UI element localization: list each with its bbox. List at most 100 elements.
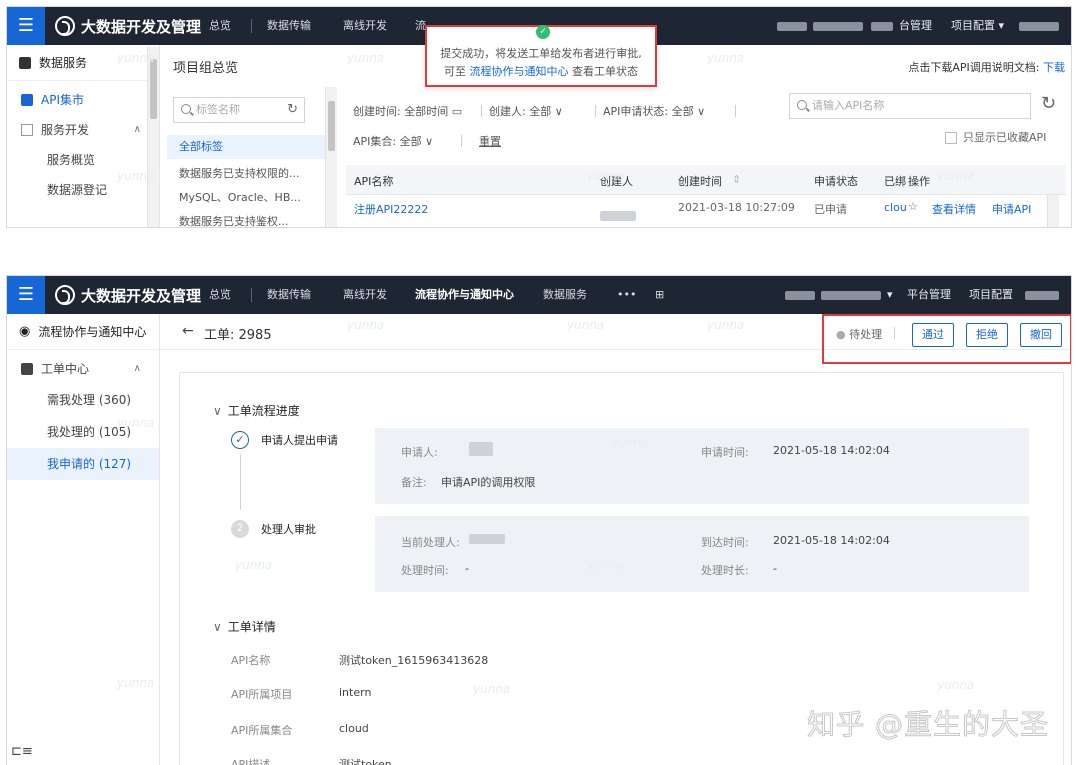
watermark: yunna [347, 51, 385, 65]
tag-item-all[interactable]: 全部标签 [167, 135, 327, 159]
nav-overview[interactable]: 总览 [209, 7, 231, 45]
progress-title-text: 工单流程进度 [227, 404, 300, 418]
col-apply-status: 申请状态 [814, 175, 858, 188]
table-scrollbar[interactable] [1047, 195, 1059, 227]
toast-text: 查看工单状态 [568, 65, 638, 78]
only-favorites-toggle[interactable]: 只显示已收藏API [945, 129, 1046, 145]
tag-item[interactable]: 数据服务已支持权限的... [179, 165, 300, 181]
tag-item[interactable]: 数据服务已支持鉴权... [179, 213, 289, 227]
refresh-icon[interactable]: ↻ [287, 98, 298, 122]
sidebar-item-label: 服务开发 [41, 123, 90, 137]
api-name-link[interactable]: 注册API22222 [354, 201, 428, 217]
menu-icon[interactable]: ☰ [7, 276, 45, 314]
sidebar-item-api-market[interactable]: API集市 [7, 85, 159, 115]
col-actions: 操作 [908, 175, 930, 188]
app-logo[interactable]: 大数据开发及管理 [55, 284, 201, 306]
field-value: 2021-05-18 14:02:04 [773, 444, 890, 457]
filter-label: API集合: 全部 [353, 135, 422, 148]
download-link[interactable]: 下载 [1043, 61, 1065, 74]
sidebar-item-to-handle[interactable]: 需我处理 (360) [7, 384, 159, 416]
chevron-down-icon: ∨ [697, 105, 706, 118]
sidebar-item-datasource-register[interactable]: 数据源登记 [7, 175, 159, 205]
nav-offline-dev[interactable]: 离线开发 [343, 276, 387, 314]
sidebar-item-service-overview[interactable]: 服务概览 [7, 145, 159, 175]
field-label: 当前处理人: [401, 536, 460, 549]
app-title: 大数据开发及管理 [81, 286, 202, 305]
nav-platform-admin[interactable]: 平台管理 [907, 276, 951, 314]
sort-icon[interactable]: ⇕ [732, 173, 741, 186]
api-search-input[interactable]: 请输入API名称 [789, 93, 1031, 119]
api-search-placeholder: 请输入API名称 [812, 99, 885, 112]
back-arrow-icon[interactable]: ← [182, 323, 194, 339]
reset-button[interactable]: 重置 [479, 133, 501, 149]
nav-offline-dev[interactable]: 离线开发 [343, 7, 387, 45]
col-created-time[interactable]: 创建时间 [678, 173, 722, 189]
more-icon[interactable]: ••• [617, 276, 636, 314]
created-time-filter[interactable]: 创建时间: 全部时间 ▭ [353, 103, 462, 119]
nav-project-config[interactable]: 项目配置 ▾ [951, 7, 1004, 45]
sidebar-item-label: 服务概览 [47, 153, 96, 167]
view-details-link[interactable]: 查看详情 [932, 201, 976, 217]
sidebar-item-label: 我处理的 (105) [47, 425, 132, 439]
sidebar-item-ticket-center[interactable]: 工单中心 ∧ [7, 354, 159, 384]
api-set-filter[interactable]: API集合: 全部 ∨ [353, 133, 433, 149]
success-toast: ✓ 提交成功，将发送工单给发布者进行审批, 可至 流程协作与通知中心 查看工单状… [425, 25, 657, 87]
workflow-center-link[interactable]: 流程协作与通知中心 [470, 65, 569, 78]
blurred-avatar [1025, 291, 1059, 300]
sidebar: 数据服务 API集市 服务开发 ∧ 服务概览 数据源登记 [7, 45, 160, 227]
sidebar-title: 数据服务 [39, 55, 88, 70]
toast-message: 提交成功，将发送工单给发布者进行审批, [440, 47, 642, 60]
sidebar-header: 数据服务 [7, 45, 159, 81]
scrollbar-thumb[interactable] [150, 59, 157, 119]
apply-status-filter[interactable]: API申请状态: 全部 ∨ [603, 103, 705, 119]
field-value: 申请API的调用权限 [441, 476, 536, 489]
doc-download-text: 点击下载API调用说明文档: [908, 61, 1040, 74]
sidebar-item-service-dev[interactable]: 服务开发 ∧ [7, 115, 159, 145]
check-circle-icon: ✓ [536, 25, 550, 39]
nav-data-transfer[interactable]: 数据传输 [267, 276, 311, 314]
blurred-user-info [871, 22, 893, 31]
sidebar-item-label: 我申请的 (127) [47, 457, 132, 471]
detail-label: API描述 [231, 758, 271, 765]
nav-data-service[interactable]: 数据服务 [543, 276, 587, 314]
sidebar-item-handled[interactable]: 我处理的 (105) [7, 416, 159, 448]
checkbox-label: 只显示已收藏API [963, 131, 1047, 144]
chevron-down-icon[interactable]: ▾ [887, 276, 893, 314]
nav-workflow-center[interactable]: 流程协作与通知中心 [415, 276, 514, 314]
chevron-down-icon: ∨ [425, 135, 434, 148]
add-tab-icon[interactable]: ⊞ [655, 276, 664, 314]
sidebar-item-my-applications[interactable]: 我申请的 (127) [7, 448, 159, 480]
tag-list-scrollbar[interactable] [325, 87, 337, 227]
refresh-icon[interactable]: ↻ [1041, 93, 1056, 114]
detail-value: 测试token [339, 758, 392, 765]
nav-data-transfer[interactable]: 数据传输 [267, 7, 311, 45]
field-label: 申请时间: [701, 446, 749, 459]
apply-api-link[interactable]: 申请API [992, 201, 1031, 217]
sidebar-item-label: API集市 [41, 93, 84, 107]
details-section-title[interactable]: ∨ 工单详情 [213, 618, 276, 635]
app-logo[interactable]: 大数据开发及管理 [55, 15, 201, 37]
tag-item[interactable]: MySQL、Oracle、HB... [179, 189, 301, 205]
collapse-icon[interactable]: ⊏≡ [11, 744, 33, 759]
progress-section-title[interactable]: ∨ 工单流程进度 [213, 402, 300, 419]
menu-icon[interactable]: ☰ [7, 7, 45, 45]
sidebar-scrollbar[interactable] [147, 47, 159, 227]
toast-message-link-line: 可至 流程协作与通知中心 查看工单状态 [427, 63, 655, 79]
step-label: 申请人提出申请 [261, 434, 338, 447]
favorites-checkbox[interactable] [945, 132, 957, 144]
top-nav-bar: ☰ 大数据开发及管理 总览 数据传输 离线开发 流程协作与通知中心 数据服务 •… [7, 276, 1071, 314]
detail-value: cloud [339, 722, 369, 735]
nav-project-config[interactable]: 项目配置 [969, 276, 1013, 314]
creator-filter[interactable]: 创建人: 全部 ∨ [489, 103, 563, 119]
zhihu-watermark: 知乎 @重生的大圣 [807, 708, 1049, 742]
nav-platform-admin[interactable]: 台管理 [899, 7, 932, 45]
blurred-user-info [813, 22, 863, 31]
star-icon[interactable]: ☆ [908, 200, 918, 213]
bound-cell: clou [884, 201, 907, 214]
logo-icon [55, 16, 75, 36]
col-api-name: API名称 [354, 175, 394, 188]
nav-overview[interactable]: 总览 [209, 276, 231, 314]
scrollbar-thumb[interactable] [328, 101, 335, 151]
tag-search-input[interactable]: 标签名称 ↻ [173, 97, 305, 123]
col-creator: 创建人 [600, 175, 633, 188]
